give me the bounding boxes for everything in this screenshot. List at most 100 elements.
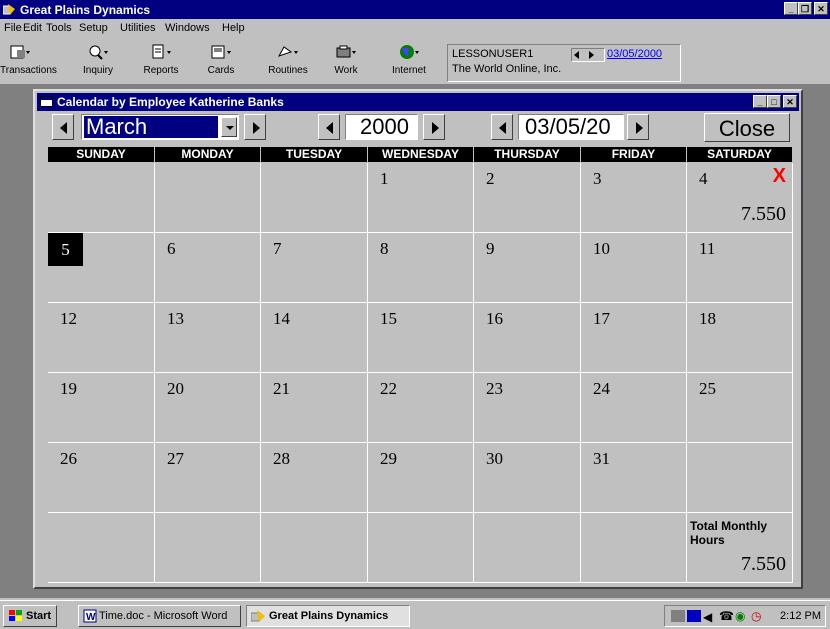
- calendar-minimize-button[interactable]: _: [753, 95, 767, 108]
- phone-icon[interactable]: ☎: [719, 609, 734, 623]
- day-number: 9: [486, 239, 495, 258]
- next-day-button[interactable]: [627, 114, 649, 140]
- year-field[interactable]: 2000: [345, 114, 418, 140]
- menu-utilities[interactable]: Utilities: [120, 22, 155, 34]
- day-cell-15[interactable]: 15: [368, 303, 474, 373]
- day-number: 13: [167, 309, 184, 328]
- day-cell-18[interactable]: 18: [687, 303, 793, 373]
- day-cell-20[interactable]: 20: [155, 373, 261, 443]
- toolbar-routines[interactable]: Routines: [265, 40, 311, 82]
- restore-button[interactable]: ❐: [798, 2, 812, 15]
- day-number: 18: [699, 309, 716, 328]
- month-select[interactable]: March: [81, 114, 239, 140]
- empty-day-cell: [368, 513, 474, 583]
- right-arrow-icon: [253, 122, 260, 134]
- weekday-header-thursday: THURSDAY: [474, 147, 580, 162]
- monitor-icon[interactable]: [687, 610, 701, 622]
- empty-day-cell: [687, 443, 793, 513]
- day-number: 24: [593, 379, 610, 398]
- reports-icon: [152, 44, 171, 59]
- close-app-button[interactable]: ✕: [814, 2, 828, 15]
- day-cell-8[interactable]: 8: [368, 233, 474, 303]
- day-number: 6: [167, 239, 176, 258]
- close-button[interactable]: Close: [704, 113, 790, 142]
- chevron-down-icon[interactable]: [221, 117, 237, 137]
- toolbar-work[interactable]: Work: [330, 40, 362, 82]
- day-number: 10: [593, 239, 610, 258]
- day-number: 8: [380, 239, 389, 258]
- date-field[interactable]: 03/05/20: [518, 114, 624, 140]
- menu-setup[interactable]: Setup: [79, 22, 108, 34]
- calendar-close-window-button[interactable]: ✕: [783, 95, 797, 108]
- day-cell-3[interactable]: 3: [581, 163, 687, 233]
- day-cell-1[interactable]: 1: [368, 163, 474, 233]
- calendar-title-bar[interactable]: Calendar by Employee Katherine Banks _ □…: [37, 93, 799, 111]
- day-cell-14[interactable]: 14: [261, 303, 368, 373]
- day-cell-12[interactable]: 12: [48, 303, 155, 373]
- great-plains-icon: [3, 4, 15, 15]
- calendar-maximize-button[interactable]: □: [767, 95, 781, 108]
- day-cell-30[interactable]: 30: [474, 443, 581, 513]
- task-great-plains[interactable]: Great Plains Dynamics: [246, 605, 410, 627]
- day-cell-29[interactable]: 29: [368, 443, 474, 513]
- day-cell-27[interactable]: 27: [155, 443, 261, 513]
- day-cell-28[interactable]: 28: [261, 443, 368, 513]
- day-cell-24[interactable]: 24: [581, 373, 687, 443]
- day-number: 4: [699, 169, 708, 188]
- user-date-nav[interactable]: [571, 48, 605, 62]
- menu-file[interactable]: File: [4, 22, 22, 34]
- toolbar-transactions[interactable]: Transactions: [0, 40, 57, 82]
- day-cell-13[interactable]: 13: [155, 303, 261, 373]
- app-title-bar[interactable]: Great Plains Dynamics _ ❐ ✕: [0, 0, 830, 19]
- toolbar-cards[interactable]: Cards: [205, 40, 237, 82]
- day-cell-19[interactable]: 19: [48, 373, 155, 443]
- day-cell-26[interactable]: 26: [48, 443, 155, 513]
- speaker-icon[interactable]: ◀: [703, 610, 712, 624]
- day-cell-23[interactable]: 23: [474, 373, 581, 443]
- menu-tools[interactable]: Tools: [46, 22, 72, 34]
- prev-day-button[interactable]: [491, 114, 513, 140]
- next-year-button[interactable]: [423, 114, 445, 140]
- network-icon[interactable]: [671, 610, 685, 622]
- globe-icon: [400, 45, 419, 59]
- day-number: 11: [699, 239, 716, 258]
- day-cell-2[interactable]: 2: [474, 163, 581, 233]
- day-cell-5[interactable]: 5: [48, 233, 155, 303]
- prev-date-icon[interactable]: [574, 51, 579, 59]
- day-cell-9[interactable]: 9: [474, 233, 581, 303]
- day-cell-22[interactable]: 22: [368, 373, 474, 443]
- toolbar-internet[interactable]: Internet: [386, 40, 432, 82]
- prev-year-button[interactable]: [318, 114, 340, 140]
- day-cell-31[interactable]: 31: [581, 443, 687, 513]
- day-cell-4[interactable]: 4 X 7.550: [687, 163, 793, 233]
- weekday-header-friday: FRIDAY: [581, 147, 686, 162]
- user-date-link[interactable]: 03/05/2000: [607, 48, 662, 60]
- day-cell-6[interactable]: 6: [155, 233, 261, 303]
- day-number: 17: [593, 309, 610, 328]
- day-number: 16: [486, 309, 503, 328]
- day-cell-25[interactable]: 25: [687, 373, 793, 443]
- toolbar-reports[interactable]: Reports: [141, 40, 181, 82]
- app-title: Great Plains Dynamics: [20, 3, 151, 17]
- start-button[interactable]: Start: [3, 605, 57, 627]
- day-cell-7[interactable]: 7: [261, 233, 368, 303]
- window-icon: [40, 96, 53, 107]
- day-cell-11[interactable]: 11: [687, 233, 793, 303]
- clock[interactable]: 2:12 PM: [780, 610, 821, 622]
- prev-month-button[interactable]: [52, 114, 74, 140]
- menu-windows[interactable]: Windows: [165, 22, 210, 34]
- task-word[interactable]: W Time.doc - Microsoft Word: [78, 605, 241, 627]
- day-number: 2: [486, 169, 495, 188]
- menu-help[interactable]: Help: [222, 22, 245, 34]
- next-date-icon[interactable]: [589, 51, 594, 59]
- day-cell-17[interactable]: 17: [581, 303, 687, 373]
- day-cell-10[interactable]: 10: [581, 233, 687, 303]
- minimize-button[interactable]: _: [784, 2, 798, 15]
- next-month-button[interactable]: [244, 114, 266, 140]
- globe-icon[interactable]: ◉: [735, 609, 745, 623]
- toolbar-inquiry[interactable]: Inquiry: [78, 40, 118, 82]
- menu-edit[interactable]: Edit: [23, 22, 42, 34]
- day-cell-21[interactable]: 21: [261, 373, 368, 443]
- clock-tray-icon[interactable]: ◷: [751, 609, 761, 623]
- day-cell-16[interactable]: 16: [474, 303, 581, 373]
